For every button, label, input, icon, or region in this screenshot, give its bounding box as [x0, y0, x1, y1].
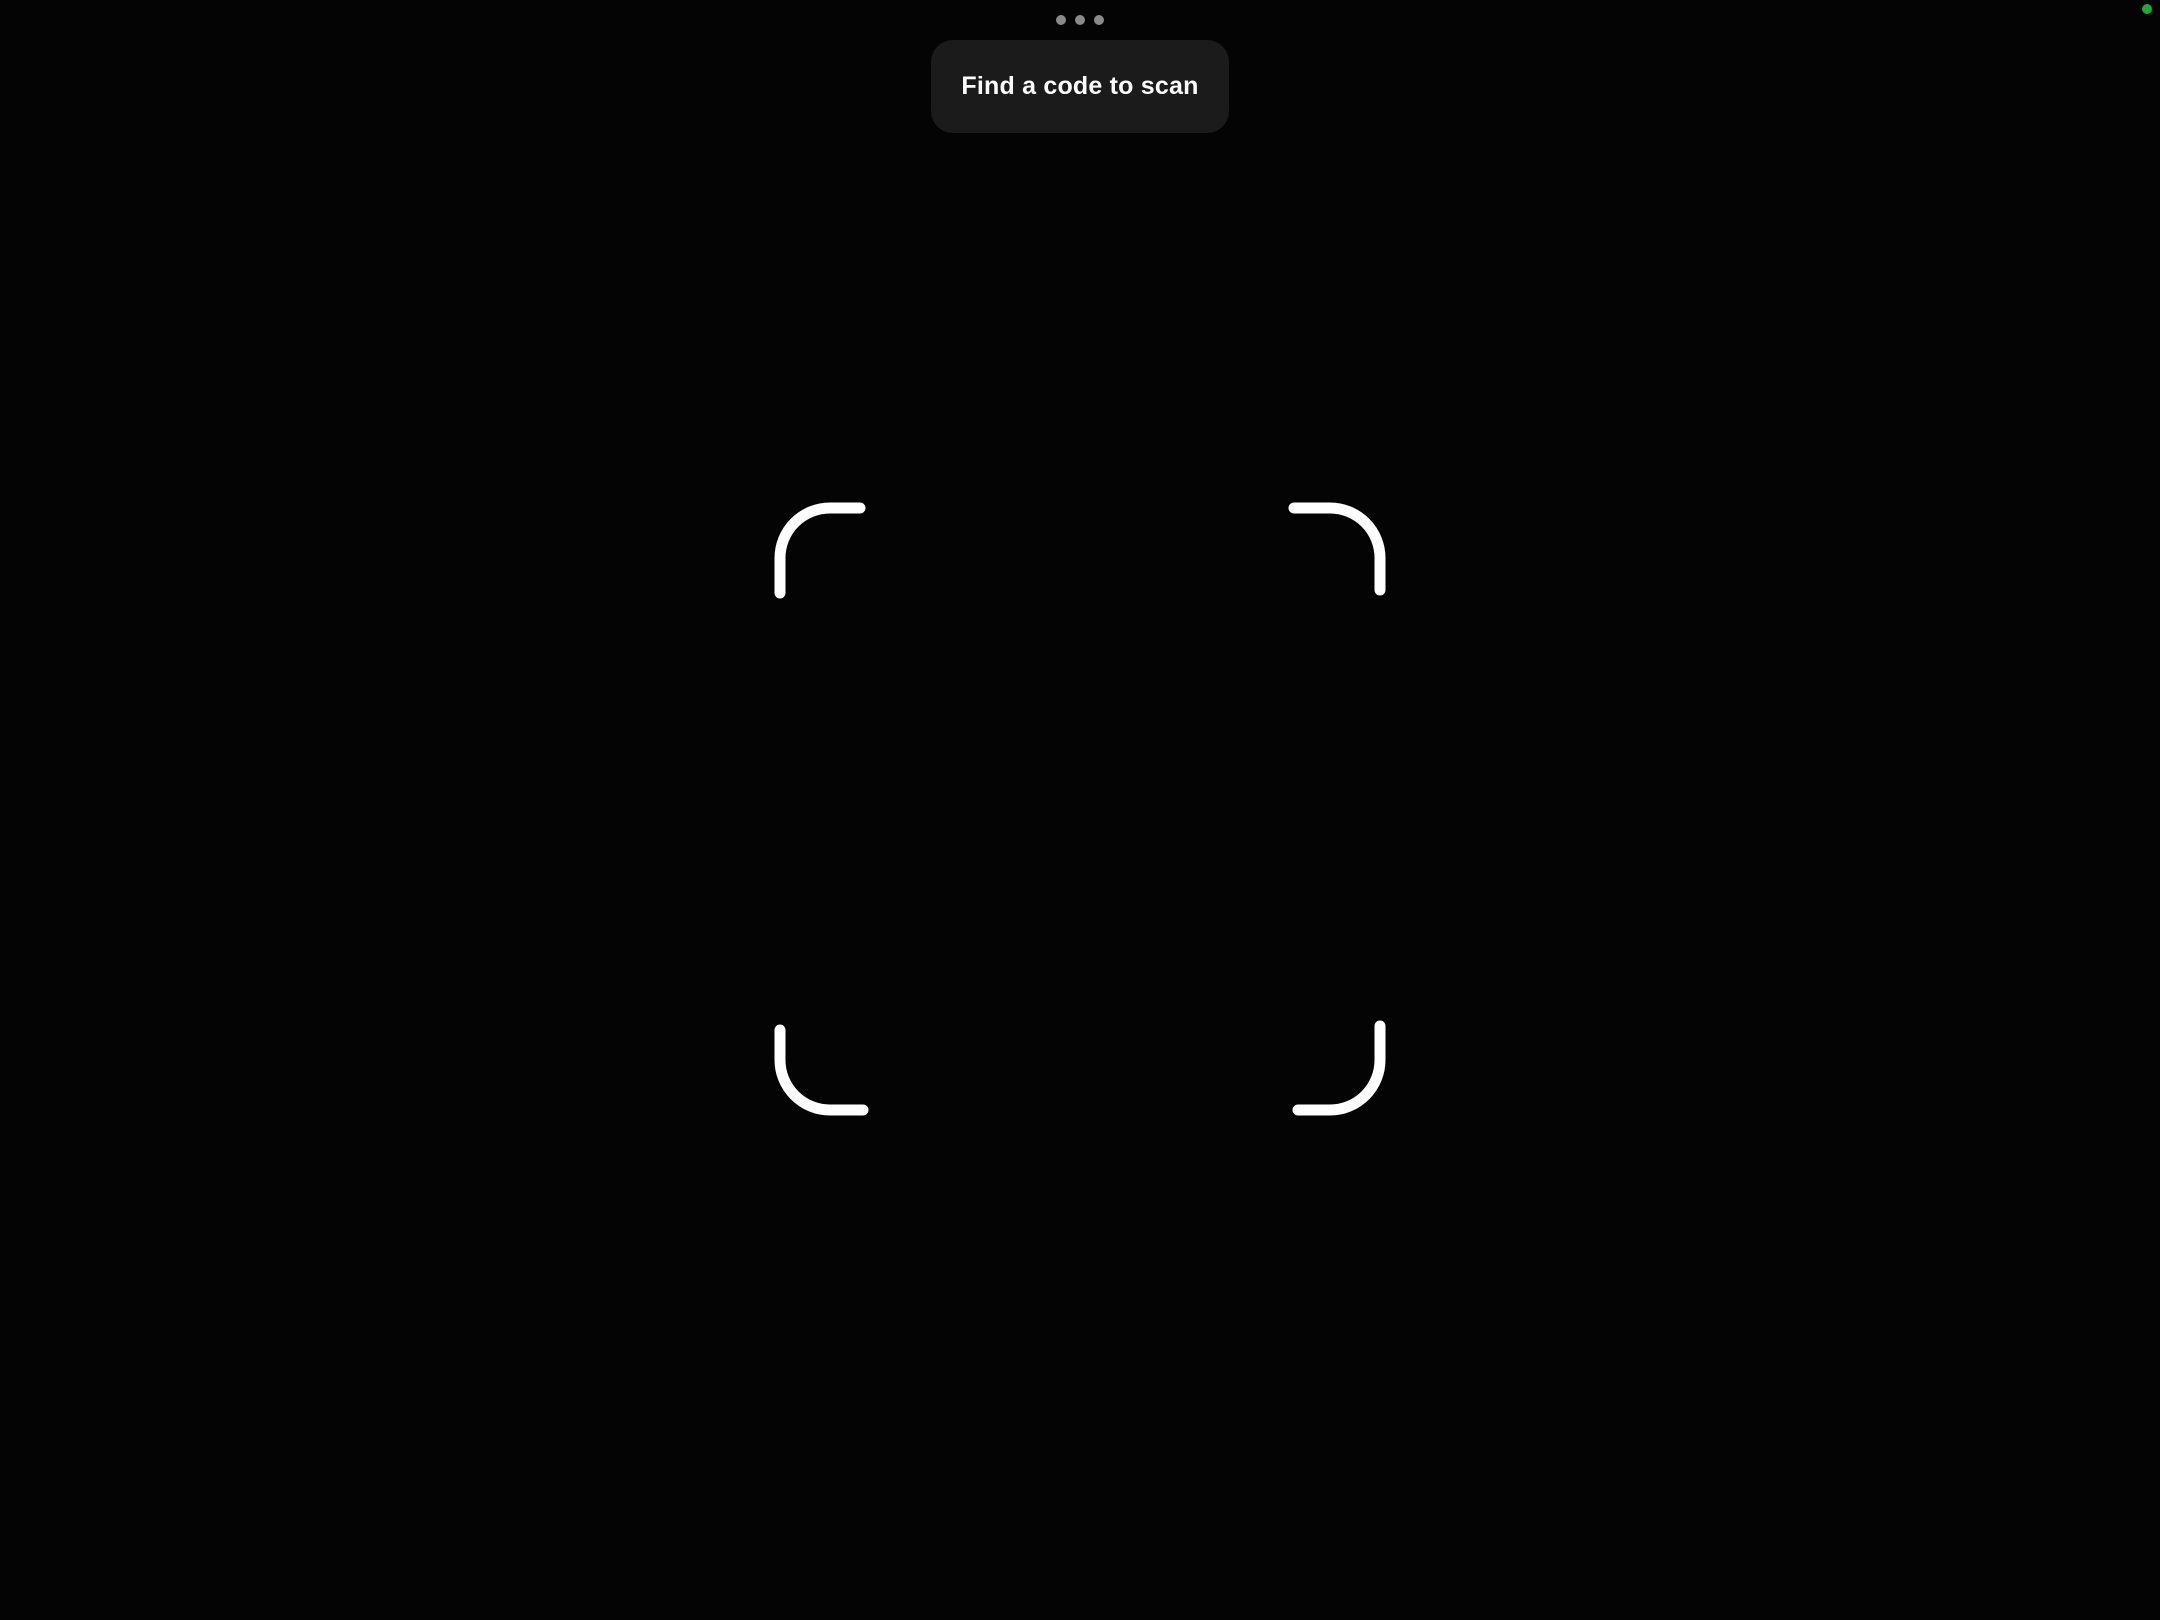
viewfinder-corner-bottom-left — [774, 1024, 869, 1116]
multitask-menu-button[interactable] — [1056, 14, 1104, 26]
scan-viewfinder — [760, 490, 1400, 1130]
more-dots-icon — [1056, 15, 1066, 25]
viewfinder-corner-bottom-right — [1292, 1020, 1386, 1116]
viewfinder-corner-top-right — [1288, 502, 1386, 596]
more-dots-icon — [1075, 15, 1085, 25]
viewfinder-corner-top-left — [774, 502, 866, 599]
camera-indicator-icon — [2142, 4, 2152, 14]
scan-frame-icon — [774, 502, 1386, 1116]
scan-hint-text: Find a code to scan — [961, 72, 1199, 100]
more-dots-icon — [1094, 15, 1104, 25]
scan-hint-pill: Find a code to scan — [931, 40, 1229, 133]
code-scanner-screen: Find a code to scan — [0, 0, 2160, 1620]
